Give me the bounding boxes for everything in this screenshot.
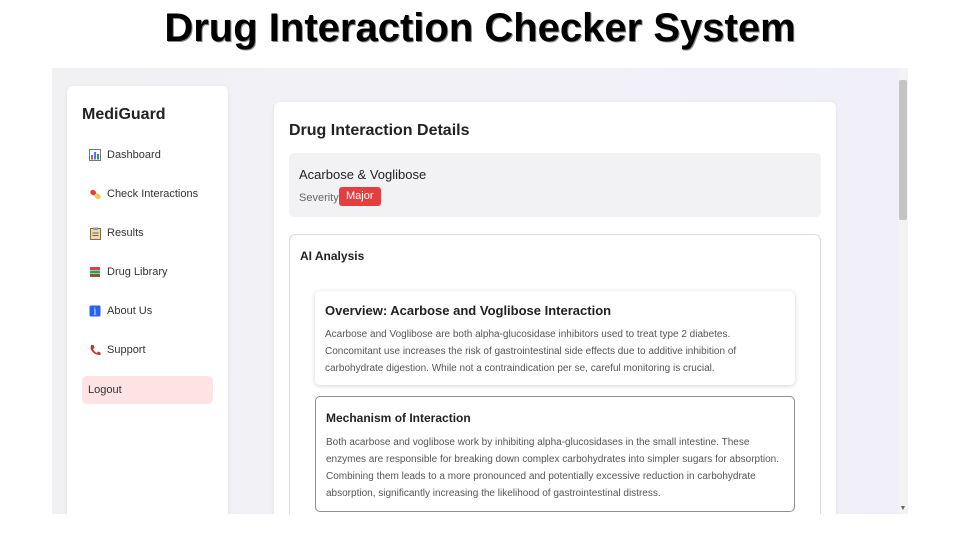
clipboard-icon [88,226,102,240]
interaction-summary: Acarbose & Voglibose Severity: Major [289,153,821,217]
ai-analysis-title: AI Analysis [300,249,365,263]
info-icon: i [88,304,102,318]
page-scrollbar[interactable]: ▼ [898,68,908,514]
ai-analysis-section: AI Analysis Overview: Acarbose and Vogli… [289,234,821,514]
phone-icon [88,343,102,357]
severity-label: Severity: [299,192,342,204]
logout-button[interactable]: Logout [82,376,213,404]
sidebar-item-dashboard[interactable]: Dashboard [82,141,213,169]
sidebar-item-label: About Us [107,305,153,317]
chart-icon [88,148,102,162]
sidebar-item-label: Drug Library [107,266,168,278]
sidebar-item-label: Check Interactions [107,188,199,200]
page-title: Drug Interaction Details [289,122,470,139]
app-window: MediGuard Dashboard Check Interactions R… [52,68,908,514]
overview-text: Acarbose and Voglibose are both alpha-gl… [325,329,737,374]
sidebar: MediGuard Dashboard Check Interactions R… [67,86,228,514]
sidebar-item-check-interactions[interactable]: Check Interactions [82,180,213,208]
mechanism-title: Mechanism of Interaction [326,411,471,425]
books-icon [88,265,102,279]
mechanism-card: Mechanism of Interaction Both acarbose a… [315,396,795,512]
scrollbar-thumb[interactable] [899,80,907,220]
sidebar-item-label: Results [107,227,144,239]
overview-card: Overview: Acarbose and Voglibose Interac… [315,291,795,385]
sidebar-item-results[interactable]: Results [82,219,213,247]
sidebar-item-label: Dashboard [107,149,161,161]
sidebar-item-drug-library[interactable]: Drug Library [82,258,213,286]
severity-badge: Major [339,187,381,206]
brand-logo-text: MediGuard [82,106,166,123]
drug-pair-name: Acarbose & Voglibose [299,167,427,182]
scroll-down-icon[interactable]: ▼ [898,504,908,514]
main-panel: Drug Interaction Details Acarbose & Vogl… [274,102,836,514]
mechanism-text: Both acarbose and voglibose work by inhi… [326,437,780,499]
slide-title: Drug Interaction Checker System [164,6,796,50]
svg-text:i: i [94,308,97,318]
overview-title: Overview: Acarbose and Voglibose Interac… [325,303,612,318]
sidebar-item-about-us[interactable]: i About Us [82,297,213,325]
sidebar-item-label: Support [107,344,146,356]
pill-icon [88,187,102,201]
sidebar-item-support[interactable]: Support [82,336,213,364]
